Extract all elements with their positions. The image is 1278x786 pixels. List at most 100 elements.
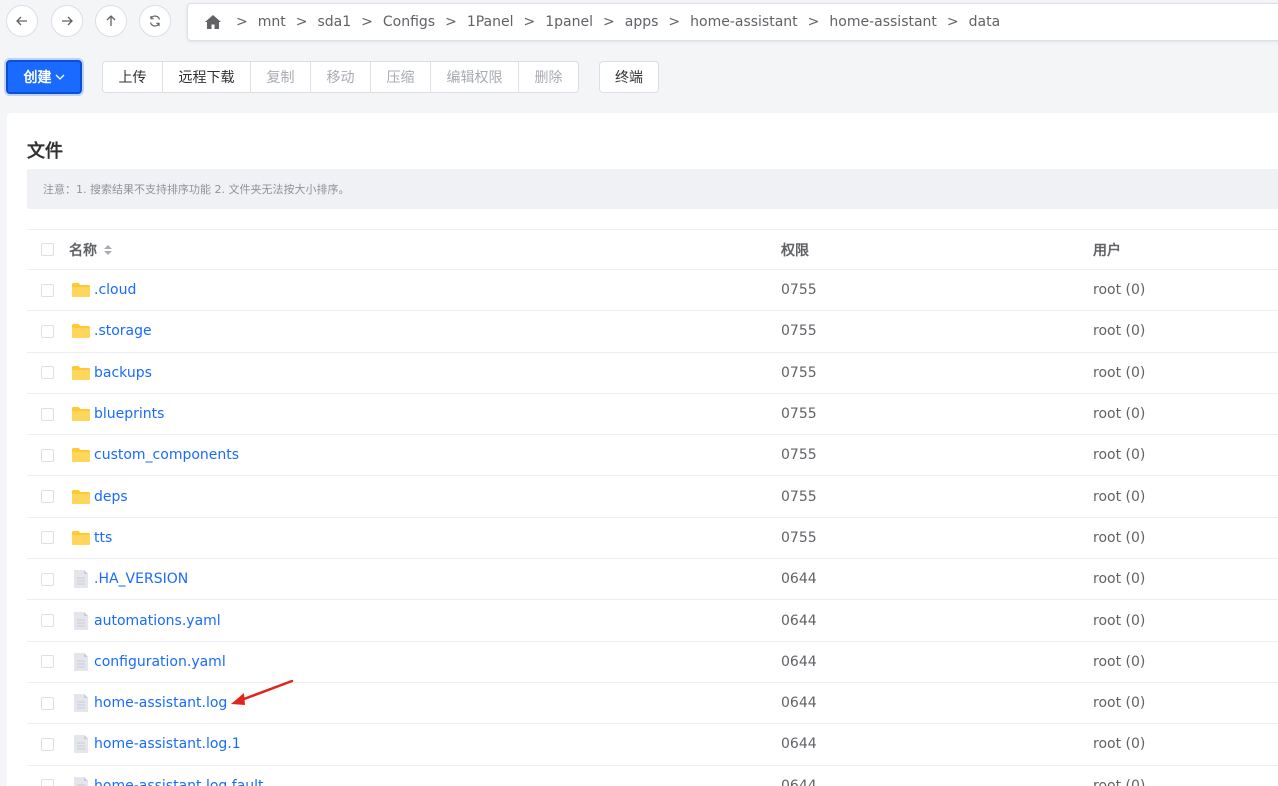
row-checkbox[interactable] [41,779,54,786]
breadcrumb-separator: > [523,14,536,30]
file-name-link[interactable]: .HA_VERSION [94,571,188,587]
name-cell: home-assistant.log.fault [71,776,264,786]
file-name-link[interactable]: home-assistant.log.1 [94,736,241,752]
row-checkbox[interactable] [41,614,54,628]
table-row[interactable]: deps 0755 root (0) [27,476,1278,518]
name-cell: automations.yaml [71,611,221,630]
name-cell: deps [71,488,128,506]
table-row[interactable]: .HA_VERSION 0644 root (0) [27,559,1278,601]
permission-cell[interactable]: 0755 [781,530,817,546]
breadcrumb-item[interactable]: home-assistant [690,14,798,30]
table-row[interactable]: configuration.yaml 0644 root (0) [27,642,1278,683]
remote-download-button-label: 远程下载 [178,70,235,86]
upload-button[interactable]: 上传 [102,61,163,93]
permission-cell[interactable]: 0644 [781,695,817,711]
terminal-button[interactable]: 终端 [599,61,659,93]
permission-cell[interactable]: 0644 [781,613,817,629]
terminal-button-label: 终端 [615,70,643,86]
table-row[interactable]: custom_components 0755 root (0) [27,435,1278,477]
name-cell: home-assistant.log.1 [71,735,241,754]
breadcrumb-item[interactable]: 1panel [545,14,593,30]
row-checkbox[interactable] [41,324,54,338]
row-checkbox[interactable] [41,490,54,504]
row-checkbox[interactable] [41,572,54,586]
table-row[interactable]: tts 0755 root (0) [27,518,1278,560]
page-title: 文件 [27,141,63,162]
folder-icon [71,488,91,506]
permission-cell[interactable]: 0755 [781,406,817,422]
arrow-left-icon [16,16,27,26]
permission-cell[interactable]: 0755 [781,365,817,381]
folder-icon [71,446,91,464]
row-checkbox[interactable] [41,696,54,710]
file-name-link[interactable]: custom_components [94,447,239,463]
move-button-label: 移动 [326,70,355,86]
compress-button[interactable]: 压缩 [370,61,431,93]
breadcrumb-item[interactable]: sda1 [317,14,351,30]
breadcrumb-item[interactable]: Configs [383,14,435,30]
file-name-link[interactable]: .storage [94,323,152,339]
table-row[interactable]: home-assistant.log.1 0644 root (0) [27,724,1278,766]
upload-button-label: 上传 [118,70,147,86]
table-row[interactable]: backups 0755 root (0) [27,353,1278,394]
forward-button[interactable] [51,5,83,37]
row-checkbox[interactable] [41,448,54,462]
table-row[interactable]: automations.yaml 0644 root (0) [27,600,1278,642]
breadcrumb-item[interactable]: data [969,14,1001,30]
row-checkbox[interactable] [41,283,54,297]
permission-cell[interactable]: 0644 [781,736,817,752]
row-checkbox[interactable] [41,655,54,669]
select-all-checkbox[interactable] [41,243,54,256]
row-checkbox[interactable] [41,407,54,421]
name-cell: configuration.yaml [71,652,226,671]
file-name-link[interactable]: tts [94,530,112,546]
file-name-link[interactable]: .cloud [94,282,136,298]
permission-cell[interactable]: 0644 [781,778,817,786]
sort-icon[interactable] [103,244,113,256]
file-card: 文件 注意：1. 搜索结果不支持排序功能 2. 文件夹无法按大小排序。 名称 权… [7,113,1278,786]
breadcrumb-item[interactable]: mnt [258,14,286,30]
refresh-button[interactable] [139,5,171,37]
up-button[interactable] [95,5,127,37]
breadcrumb-item[interactable]: home-assistant [829,14,937,30]
row-checkbox[interactable] [41,737,54,751]
table-row[interactable]: .cloud 0755 root (0) [27,270,1278,312]
file-name-link[interactable]: home-assistant.log [94,695,227,711]
file-name-link[interactable]: automations.yaml [94,613,221,629]
row-checkbox[interactable] [41,366,54,380]
permission-cell[interactable]: 0755 [781,282,817,298]
breadcrumb-item[interactable]: 1Panel [467,14,514,30]
edit-permissions-button[interactable]: 编辑权限 [430,61,519,93]
permission-cell[interactable]: 0644 [781,654,817,670]
table-row[interactable]: .storage 0755 root (0) [27,311,1278,353]
copy-button[interactable]: 复制 [250,61,311,93]
file-name-link[interactable]: backups [94,365,152,381]
table-row[interactable]: home-assistant.log.fault 0644 root (0) [27,766,1278,786]
table-row[interactable]: blueprints 0755 root (0) [27,394,1278,436]
breadcrumb-separator: > [236,14,248,30]
name-cell: .cloud [71,281,136,299]
file-name-link[interactable]: configuration.yaml [94,654,226,670]
folder-icon [71,405,91,423]
file-icon [71,735,91,754]
delete-button[interactable]: 删除 [518,61,579,93]
user-cell: root (0) [1093,736,1146,753]
permission-cell[interactable]: 0755 [781,323,817,339]
file-name-link[interactable]: home-assistant.log.fault [94,778,264,786]
breadcrumb-item[interactable]: apps [625,14,659,30]
permission-cell[interactable]: 0755 [781,447,817,463]
permission-cell[interactable]: 0644 [781,571,817,587]
remote-download-button[interactable]: 远程下载 [162,61,251,93]
name-cell: blueprints [71,405,164,423]
table-row[interactable]: home-assistant.log 0644 root (0) [27,683,1278,725]
move-button[interactable]: 移动 [310,61,371,93]
row-checkbox[interactable] [41,531,54,545]
file-name-link[interactable]: deps [94,489,128,505]
create-button[interactable]: 创建 [6,60,82,94]
permission-cell[interactable]: 0755 [781,489,817,505]
file-icon [71,611,91,630]
back-button[interactable] [6,5,38,37]
column-header-name[interactable]: 名称 [69,240,113,260]
file-name-link[interactable]: blueprints [94,406,164,422]
home-icon[interactable] [204,14,222,30]
